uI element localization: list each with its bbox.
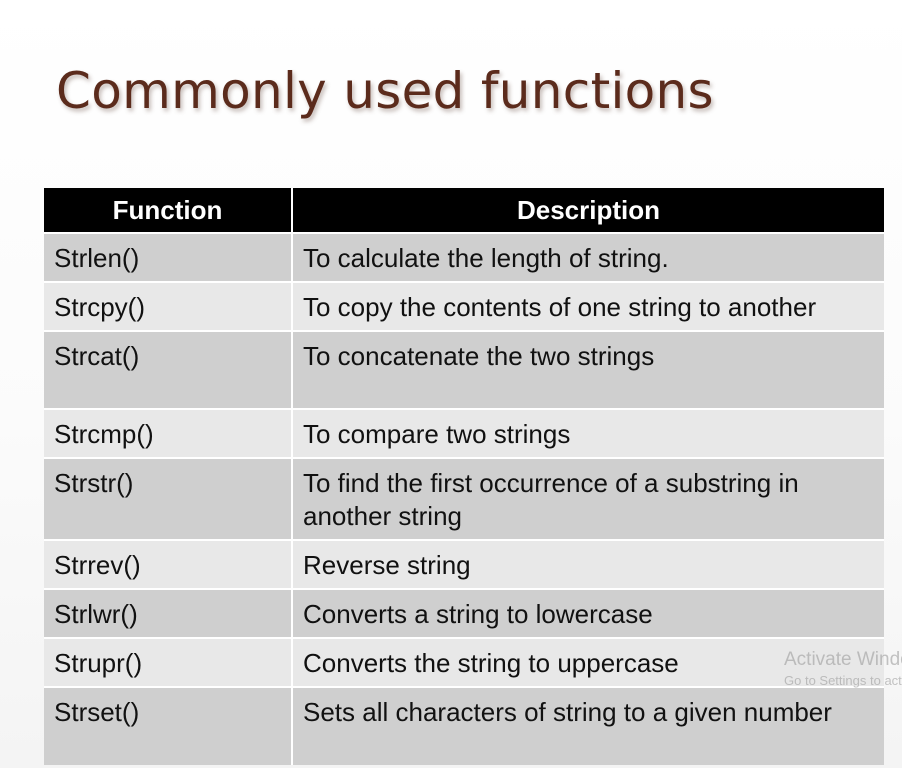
- table-row: Strlen() To calculate the length of stri…: [44, 232, 884, 282]
- function-cell: Strcpy(): [44, 281, 293, 331]
- table-header-row: Function Description: [44, 188, 884, 233]
- table-row: Strupr() Converts the string to uppercas…: [44, 637, 884, 687]
- description-cell: Converts the string to uppercase: [292, 637, 884, 687]
- function-cell: Strlwr(): [44, 588, 293, 638]
- functions-table: Function Description Strlen() To calcula…: [44, 188, 884, 765]
- column-header-function: Function: [44, 188, 293, 233]
- table-row: Strcat() To concatenate the two strings: [44, 330, 884, 409]
- description-cell: To compare two strings: [292, 408, 884, 458]
- description-cell: To calculate the length of string.: [292, 232, 884, 282]
- table-row: Strcpy() To copy the contents of one str…: [44, 281, 884, 331]
- function-cell: Strset(): [44, 686, 293, 765]
- table-row: Strlwr() Converts a string to lowercase: [44, 588, 884, 638]
- description-cell: Converts a string to lowercase: [292, 588, 884, 638]
- description-cell: Sets all characters of string to a given…: [292, 686, 884, 765]
- description-cell: To copy the contents of one string to an…: [292, 281, 884, 331]
- function-cell: Strstr(): [44, 457, 293, 540]
- function-cell: Strcmp(): [44, 408, 293, 458]
- table-row: Strrev() Reverse string: [44, 539, 884, 589]
- column-header-description: Description: [292, 188, 884, 233]
- description-cell: Reverse string: [292, 539, 884, 589]
- table-row: Strcmp() To compare two strings: [44, 408, 884, 458]
- table-row: Strstr() To find the first occurrence of…: [44, 457, 884, 540]
- function-cell: Strupr(): [44, 637, 293, 687]
- function-cell: Strrev(): [44, 539, 293, 589]
- function-cell: Strcat(): [44, 330, 293, 409]
- description-cell: To concatenate the two strings: [292, 330, 884, 409]
- table-row: Strset() Sets all characters of string t…: [44, 686, 884, 765]
- slide-title: Commonly used functions: [56, 62, 714, 120]
- function-cell: Strlen(): [44, 232, 293, 282]
- description-cell: To find the first occurrence of a substr…: [292, 457, 884, 540]
